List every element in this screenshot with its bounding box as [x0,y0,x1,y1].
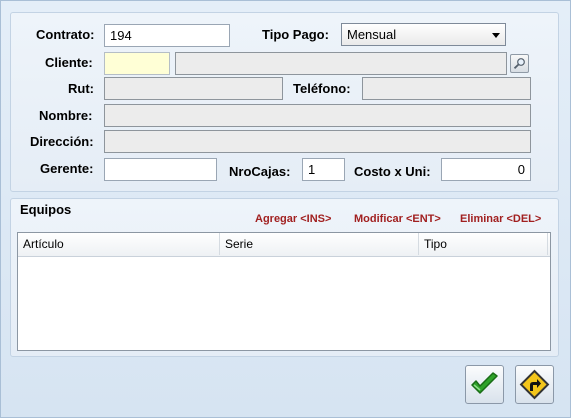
chevron-down-icon [492,33,500,38]
nombre-field [104,104,531,127]
gerente-input[interactable] [104,158,217,181]
tipo-pago-value: Mensual [347,27,397,42]
cliente-code-input[interactable] [104,52,170,75]
rut-field [104,77,283,100]
costo-label: Costo x Uni: [354,164,431,179]
magnifier-icon [513,58,525,69]
direccion-label: Dirección: [30,134,94,149]
add-equipo-link[interactable]: Agregar <INS> [255,213,331,225]
column-header-serie[interactable]: Serie [220,233,419,255]
contrato-input[interactable] [104,24,230,47]
cliente-name-field [175,52,507,75]
costo-input[interactable] [441,158,531,181]
telefono-field [362,77,531,100]
nombre-label: Nombre: [39,108,93,123]
nrocajas-label: NroCajas: [229,164,291,179]
equipos-table[interactable]: Artículo Serie Tipo [17,232,551,351]
cliente-label: Cliente: [45,55,93,70]
delete-equipo-link[interactable]: Eliminar <DEL> [460,213,541,225]
equipos-title: Equipos [20,202,72,217]
tipo-pago-select[interactable]: Mensual [341,23,506,46]
cancel-button[interactable] [515,365,554,404]
lookup-button[interactable] [510,54,529,73]
direccion-field [104,130,531,153]
telefono-label: Teléfono: [293,81,351,96]
column-header-articulo[interactable]: Artículo [18,233,220,255]
contrato-label: Contrato: [36,27,95,42]
tipo-pago-label: Tipo Pago: [262,27,329,42]
return-arrow-icon [519,369,550,400]
gerente-label: Gerente: [40,161,94,176]
table-header: Artículo Serie Tipo [18,233,550,257]
edit-equipo-link[interactable]: Modificar <ENT> [354,213,441,225]
nrocajas-input[interactable] [302,158,345,181]
checkmark-icon [471,372,498,394]
accept-button[interactable] [465,365,504,404]
rut-label: Rut: [68,81,94,96]
column-header-tipo[interactable]: Tipo [419,233,548,255]
